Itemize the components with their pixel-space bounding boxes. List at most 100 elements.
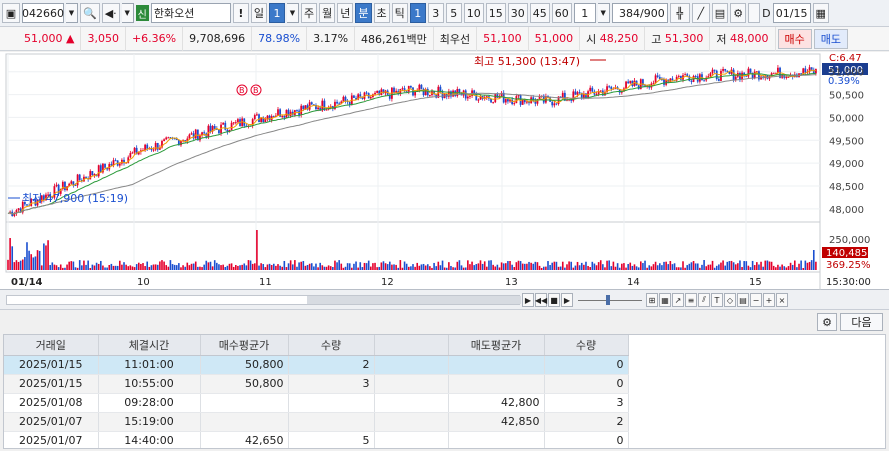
- period-number-button[interactable]: 1: [269, 3, 285, 23]
- warning-button[interactable]: !: [232, 3, 249, 23]
- volume-bar: [100, 260, 102, 270]
- col-buy-avg[interactable]: 매수평균가: [200, 335, 289, 356]
- sell-button[interactable]: 매도: [813, 28, 849, 49]
- calendar-icon[interactable]: ▦: [812, 3, 829, 23]
- scrollbar-thumb[interactable]: [307, 296, 521, 304]
- interval-3-button[interactable]: 3: [427, 3, 444, 23]
- interval-15-button[interactable]: 15: [485, 3, 506, 23]
- close-icon[interactable]: ×: [776, 293, 788, 307]
- col-buy-qty[interactable]: 수량: [288, 335, 375, 356]
- zoom-minus-button[interactable]: −: [750, 293, 762, 307]
- panel-gear-icon[interactable]: ⚙: [817, 313, 837, 331]
- table-row[interactable]: 2025/01/07 14:40:00 42,650 5 0: [4, 431, 629, 448]
- speaker-icon[interactable]: ◀·: [101, 3, 120, 23]
- period-day-button[interactable]: 일: [250, 3, 267, 23]
- volume-bar: [262, 264, 265, 270]
- chart-canvas[interactable]: 최고 51,300 (13:47) 최저 47,900 (15:19) B B …: [0, 52, 889, 290]
- volume-bar: [226, 265, 229, 270]
- stock-name-field[interactable]: 한화오션: [150, 3, 231, 23]
- interval-30-button[interactable]: 30: [507, 3, 528, 23]
- volume-bar: [321, 265, 324, 270]
- stock-code-input[interactable]: 042660: [22, 3, 64, 23]
- period-month-button[interactable]: 월: [319, 3, 336, 23]
- period-tick-button[interactable]: 틱: [391, 3, 408, 23]
- col-trade-date[interactable]: 거래일: [4, 335, 99, 356]
- stock-code-dropdown-icon[interactable]: ▼: [66, 3, 78, 23]
- text-tool-icon[interactable]: T: [711, 293, 723, 307]
- stop-icon[interactable]: ■: [548, 293, 560, 307]
- period-second-button[interactable]: 초: [373, 3, 390, 23]
- interval-1-button[interactable]: 1: [409, 3, 426, 23]
- volume-bar: [768, 261, 771, 270]
- col-sell-avg[interactable]: 매도평균가: [448, 335, 545, 356]
- volume-bar: [414, 266, 416, 270]
- trend-tool-icon[interactable]: ↗: [672, 293, 684, 307]
- search-icon[interactable]: 🔍: [80, 3, 100, 23]
- candle-settings-icon[interactable]: ╬: [669, 3, 690, 23]
- price-chart[interactable]: 최고 51,300 (13:47) 최저 47,900 (15:19) B B …: [0, 52, 889, 290]
- table-row[interactable]: 2025/01/07 15:19:00 42,850 2: [4, 412, 629, 432]
- interval-5-button[interactable]: 5: [445, 3, 462, 23]
- count-field[interactable]: 384/900: [611, 3, 668, 23]
- rewind-icon[interactable]: ◀◀: [535, 293, 547, 307]
- shape-tool-icon[interactable]: ◇: [724, 293, 736, 307]
- volume-bar: [450, 265, 452, 270]
- volume-bar: [59, 264, 62, 270]
- period-minute-button[interactable]: 분: [355, 3, 372, 23]
- volume-bar: [422, 263, 425, 270]
- candle-body: [772, 72, 775, 74]
- gear-icon[interactable]: ⚙: [730, 3, 747, 23]
- date-input[interactable]: 01/15: [772, 3, 811, 23]
- channel-tool-icon[interactable]: ⫽: [698, 293, 710, 307]
- volume-bar: [815, 261, 817, 270]
- volume-bar: [680, 267, 682, 270]
- volume-bar: [313, 266, 315, 270]
- candle-body: [409, 85, 412, 88]
- draw-line-icon[interactable]: ╱: [691, 3, 710, 23]
- volume-bar: [85, 264, 87, 270]
- speaker-dropdown-icon[interactable]: ▼: [121, 3, 134, 23]
- interval-45-button[interactable]: 45: [529, 3, 550, 23]
- grid-icon[interactable]: ▦: [659, 293, 671, 307]
- candle-body: [663, 79, 665, 85]
- volume-bar: [507, 261, 509, 270]
- crosshair-icon[interactable]: ⊞: [646, 293, 658, 307]
- volume-bar: [640, 261, 642, 270]
- candle-body: [266, 115, 269, 119]
- interval-60-button[interactable]: 60: [551, 3, 572, 23]
- period-year-button[interactable]: 년: [337, 3, 354, 23]
- period-dropdown-icon[interactable]: ▼: [287, 3, 299, 23]
- buy-button[interactable]: 매수: [777, 28, 812, 49]
- chart-scrollbar[interactable]: [6, 295, 521, 305]
- volume-bar: [730, 260, 733, 270]
- window-icon[interactable]: ▣: [2, 3, 20, 23]
- volume-bar: [770, 261, 773, 270]
- volume-bar: [258, 265, 260, 270]
- volume-bar: [523, 263, 526, 270]
- unit-input[interactable]: 1: [573, 3, 596, 23]
- next-button[interactable]: 다음: [840, 313, 883, 331]
- zoom-plus-button[interactable]: +: [763, 293, 775, 307]
- candle-body: [118, 163, 121, 166]
- candle-body: [749, 68, 752, 73]
- volume-bar: [173, 264, 176, 270]
- speed-slider[interactable]: [574, 293, 646, 307]
- play-icon[interactable]: ▶: [561, 293, 573, 307]
- cell-buy-qty: 2: [288, 355, 375, 375]
- candle-body: [188, 134, 191, 139]
- unit-dropdown-icon[interactable]: ▼: [597, 3, 610, 23]
- table-row[interactable]: 2025/01/15 10:55:00 50,800 3 0: [4, 374, 629, 394]
- period-week-button[interactable]: 주: [301, 3, 318, 23]
- save-icon[interactable]: ▤: [711, 3, 729, 23]
- date-checkbox[interactable]: [748, 3, 761, 23]
- fib-tool-icon[interactable]: ≡: [685, 293, 697, 307]
- col-fill-time[interactable]: 체결시간: [98, 335, 201, 356]
- layout-icon[interactable]: ▤: [737, 293, 749, 307]
- date-tick: 14: [627, 277, 640, 288]
- volume-bar: [386, 264, 389, 270]
- scroll-right-icon[interactable]: ▶: [522, 293, 534, 307]
- table-row[interactable]: 2025/01/15 11:01:00 50,800 2 0: [4, 355, 629, 375]
- interval-10-button[interactable]: 10: [463, 3, 484, 23]
- table-row[interactable]: 2025/01/08 09:28:00 42,800 3: [4, 393, 629, 413]
- col-sell-qty[interactable]: 수량: [544, 335, 629, 356]
